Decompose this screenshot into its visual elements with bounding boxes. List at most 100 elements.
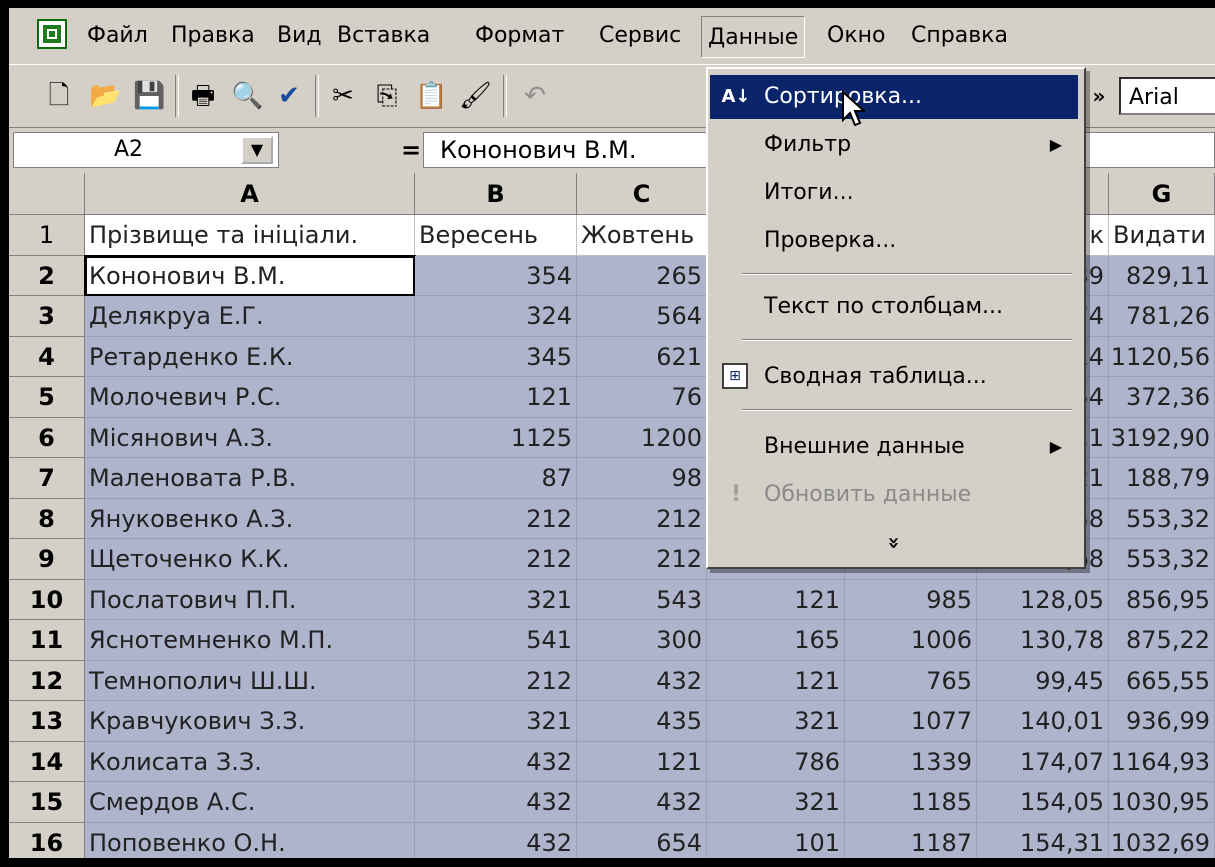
value-cell[interactable]: 1200 [577,417,707,458]
menu-view[interactable]: Вид [271,20,328,52]
value-cell[interactable]: 856,95 [1109,579,1215,620]
print-icon[interactable]: 🖶 [187,79,219,113]
row-header[interactable]: 3 [9,296,85,337]
row-header[interactable]: 5 [9,377,85,418]
value-cell[interactable]: 1032,69 [1109,822,1215,858]
save-disk-icon[interactable]: 💾 [133,79,165,113]
name-cell[interactable]: Місянович А.З. [85,417,415,458]
font-name-field[interactable]: Arial [1119,77,1215,115]
row-header[interactable]: 8 [9,498,85,539]
value-cell[interactable]: 154,31 [977,822,1109,858]
value-cell[interactable]: 432 [415,741,577,782]
print-preview-icon[interactable]: 🔍 [231,79,263,113]
value-cell[interactable]: 324 [415,296,577,337]
header-cell[interactable]: Видати [1109,215,1215,256]
row-header[interactable]: 6 [9,417,85,458]
value-cell[interactable]: 345 [415,336,577,377]
row-header[interactable]: 10 [9,579,85,620]
row-header[interactable]: 4 [9,336,85,377]
value-cell[interactable]: 1030,95 [1109,782,1215,823]
value-cell[interactable]: 212 [415,498,577,539]
value-cell[interactable]: 564 [577,296,707,337]
value-cell[interactable]: 985 [845,579,977,620]
value-cell[interactable]: 76 [577,377,707,418]
value-cell[interactable]: 321 [415,701,577,742]
value-cell[interactable]: 432 [577,782,707,823]
value-cell[interactable]: 3192,90 [1109,417,1215,458]
value-cell[interactable]: 101 [707,822,845,858]
value-cell[interactable]: 541 [415,620,577,661]
open-folder-icon[interactable]: 📂 [89,79,121,113]
name-cell[interactable]: Поповенко О.Н. [85,822,415,858]
name-cell[interactable]: Делякруа Е.Г. [85,296,415,337]
value-cell[interactable]: 188,79 [1109,458,1215,499]
menu-help[interactable]: Справка [905,20,1014,52]
name-cell[interactable]: Кононович В.М. [84,254,416,297]
value-cell[interactable]: 621 [577,336,707,377]
name-cell[interactable]: Кравчукович З.З. [85,701,415,742]
menu-item-text-to-columns[interactable]: Текст по столбцам... [710,285,1078,329]
column-header-g[interactable]: G [1109,173,1215,215]
menu-window[interactable]: Окно [821,20,891,52]
row-header[interactable]: 13 [9,701,85,742]
name-cell[interactable]: Темнополич Ш.Ш. [85,660,415,701]
row-header[interactable]: 7 [9,458,85,499]
value-cell[interactable]: 121 [577,741,707,782]
menu-format[interactable]: Формат [469,20,570,52]
row-header[interactable]: 14 [9,741,85,782]
menu-file[interactable]: Файл [81,20,154,52]
row-header[interactable]: 16 [9,822,85,858]
value-cell[interactable]: 654 [577,822,707,858]
copy-icon[interactable]: ⎘ [371,79,403,113]
value-cell[interactable]: 372,36 [1109,377,1215,418]
value-cell[interactable]: 781,26 [1109,296,1215,337]
column-header-b[interactable]: B [415,173,577,215]
spelling-icon[interactable]: ✔ [273,79,305,113]
value-cell[interactable]: 665,55 [1109,660,1215,701]
row-header[interactable]: 15 [9,782,85,823]
value-cell[interactable]: 321 [415,579,577,620]
value-cell[interactable]: 1120,56 [1109,336,1215,377]
value-cell[interactable]: 174,07 [977,741,1109,782]
menu-item-external-data[interactable]: Внешние данные ▶ [710,425,1078,469]
name-cell[interactable]: Яснотемненко М.П. [85,620,415,661]
value-cell[interactable]: 265 [577,255,707,296]
menu-item-sort[interactable]: A↓ Сортировка... [710,75,1078,119]
name-cell[interactable]: Маленовата Р.В. [85,458,415,499]
name-cell[interactable]: Молочевич Р.С. [85,377,415,418]
name-cell[interactable]: Послатович П.П. [85,579,415,620]
row-header[interactable]: 11 [9,620,85,661]
value-cell[interactable]: 121 [707,579,845,620]
value-cell[interactable]: 435 [577,701,707,742]
menu-expand-chevron-icon[interactable]: » [710,521,1078,565]
value-cell[interactable]: 1339 [845,741,977,782]
menu-tools[interactable]: Сервис [593,20,687,52]
value-cell[interactable]: 212 [415,539,577,580]
row-header[interactable]: 2 [9,255,85,296]
value-cell[interactable]: 121 [415,377,577,418]
value-cell[interactable]: 98 [577,458,707,499]
column-header-a[interactable]: A [85,173,415,215]
value-cell[interactable]: 212 [577,539,707,580]
value-cell[interactable]: 432 [415,822,577,858]
paste-icon[interactable]: 📋 [415,79,447,113]
value-cell[interactable]: 1006 [845,620,977,661]
name-cell[interactable]: Януковенко А.З. [85,498,415,539]
name-cell[interactable]: Колисата З.З. [85,741,415,782]
value-cell[interactable]: 128,05 [977,579,1109,620]
name-cell[interactable]: Смердов А.С. [85,782,415,823]
value-cell[interactable]: 1185 [845,782,977,823]
row-header[interactable]: 1 [9,215,85,256]
cut-icon[interactable]: ✂ [327,79,359,113]
value-cell[interactable]: 553,32 [1109,498,1215,539]
excel-app-icon[interactable] [37,19,67,49]
menu-item-subtotals[interactable]: Итоги... [710,171,1078,215]
value-cell[interactable]: 1125 [415,417,577,458]
menu-item-validation[interactable]: Проверка... [710,219,1078,263]
value-cell[interactable]: 829,11 [1109,255,1215,296]
formula-equals-icon[interactable]: = [401,136,421,164]
name-cell[interactable]: Щеточенко К.К. [85,539,415,580]
value-cell[interactable]: 154,05 [977,782,1109,823]
format-painter-icon[interactable]: 🖌 [459,79,492,113]
value-cell[interactable]: 121 [707,660,845,701]
